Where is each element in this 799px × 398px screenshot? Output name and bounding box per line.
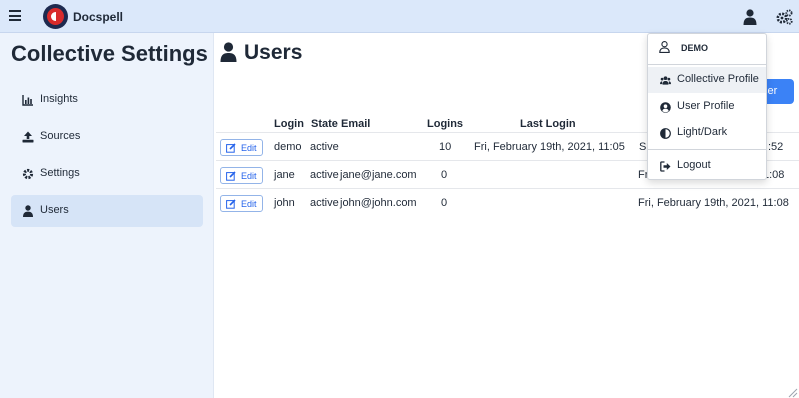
- logins-cell: 0: [441, 169, 448, 181]
- menu-item-logout[interactable]: Logout: [648, 153, 766, 179]
- user-icon: [23, 205, 33, 217]
- upload-icon: [22, 131, 34, 143]
- app-name[interactable]: Docspell: [73, 10, 123, 24]
- user-circle-icon: [660, 102, 671, 113]
- menu-item-light-dark[interactable]: Light/Dark: [648, 120, 766, 146]
- menu-item-label: Collective Profile: [677, 73, 759, 85]
- cogs-icon[interactable]: [776, 9, 793, 25]
- sidebar: Collective Settings Insights Sources Set…: [0, 33, 214, 398]
- user-dropdown-menu: DEMO Collective Profile User Profile Lig…: [647, 33, 767, 180]
- login-cell: jane: [274, 169, 295, 181]
- sidebar-item-settings[interactable]: Settings: [11, 158, 203, 190]
- user-outline-icon: [659, 41, 670, 53]
- menu-item-user-profile[interactable]: User Profile: [648, 94, 766, 120]
- sidebar-item-sources[interactable]: Sources: [11, 121, 203, 153]
- edit-label: Edit: [241, 143, 257, 153]
- page-title: Users: [244, 41, 303, 64]
- state-cell: active: [310, 197, 339, 209]
- user-icon: [220, 42, 237, 62]
- edit-button[interactable]: Edit: [220, 167, 263, 184]
- divider: [648, 64, 766, 65]
- edit-button[interactable]: Edit: [220, 195, 263, 212]
- sidebar-title: Collective Settings: [11, 41, 208, 66]
- menu-item-label: Logout: [677, 159, 711, 171]
- sidebar-item-label: Settings: [40, 167, 80, 179]
- menu-item-label: Light/Dark: [677, 126, 728, 138]
- column-header-last-login: Last Login: [520, 118, 576, 130]
- menu-item-label: User Profile: [677, 100, 735, 112]
- logins-cell: 0: [441, 197, 448, 209]
- extra-cell-2: :52: [768, 141, 784, 153]
- column-header-email: Email: [341, 118, 371, 130]
- users-icon: [660, 76, 671, 85]
- sign-out-icon: [660, 161, 671, 172]
- divider: [648, 149, 766, 150]
- sidebar-item-insights[interactable]: Insights: [11, 84, 203, 116]
- resize-handle-icon[interactable]: [786, 386, 798, 398]
- edit-label: Edit: [241, 199, 257, 209]
- edit-button[interactable]: Edit: [220, 139, 263, 156]
- user-icon[interactable]: [743, 9, 757, 25]
- extra-cell: Fri, February 19th, 2021, 11:08: [638, 197, 789, 209]
- login-cell: demo: [274, 141, 302, 153]
- edit-icon: [226, 143, 236, 153]
- email-cell: john@john.com: [340, 197, 417, 209]
- sidebar-item-label: Insights: [40, 93, 78, 105]
- state-cell: active: [310, 141, 339, 153]
- column-header-login: Login: [274, 118, 304, 130]
- last-login-cell: Fri, February 19th, 2021, 11:05: [474, 141, 625, 153]
- hamburger-menu-icon[interactable]: [9, 10, 21, 22]
- adjust-icon: [660, 128, 671, 139]
- email-cell: jane@jane.com: [340, 169, 417, 181]
- sidebar-item-label: Sources: [40, 130, 81, 142]
- chart-bar-icon: [22, 95, 33, 106]
- edit-icon: [226, 199, 236, 209]
- edit-label: Edit: [241, 171, 257, 181]
- column-header-state: State: [311, 118, 338, 130]
- dropdown-username: DEMO: [681, 43, 708, 53]
- dropdown-header: DEMO: [648, 34, 766, 62]
- table-row: Edit john active john@john.com 0 Fri, Fe…: [216, 188, 799, 216]
- gear-icon: [22, 168, 34, 180]
- docspell-logo[interactable]: [43, 4, 68, 29]
- state-cell: active: [310, 169, 339, 181]
- edit-icon: [226, 171, 236, 181]
- sidebar-item-label: Users: [40, 204, 69, 216]
- logins-cell: 10: [439, 141, 452, 153]
- top-bar: Docspell: [0, 0, 799, 33]
- menu-item-collective-profile[interactable]: Collective Profile: [648, 67, 766, 93]
- extra-cell: S: [639, 141, 647, 153]
- sidebar-item-users[interactable]: Users: [11, 195, 203, 227]
- column-header-logins: Logins: [427, 118, 464, 130]
- login-cell: john: [274, 197, 295, 209]
